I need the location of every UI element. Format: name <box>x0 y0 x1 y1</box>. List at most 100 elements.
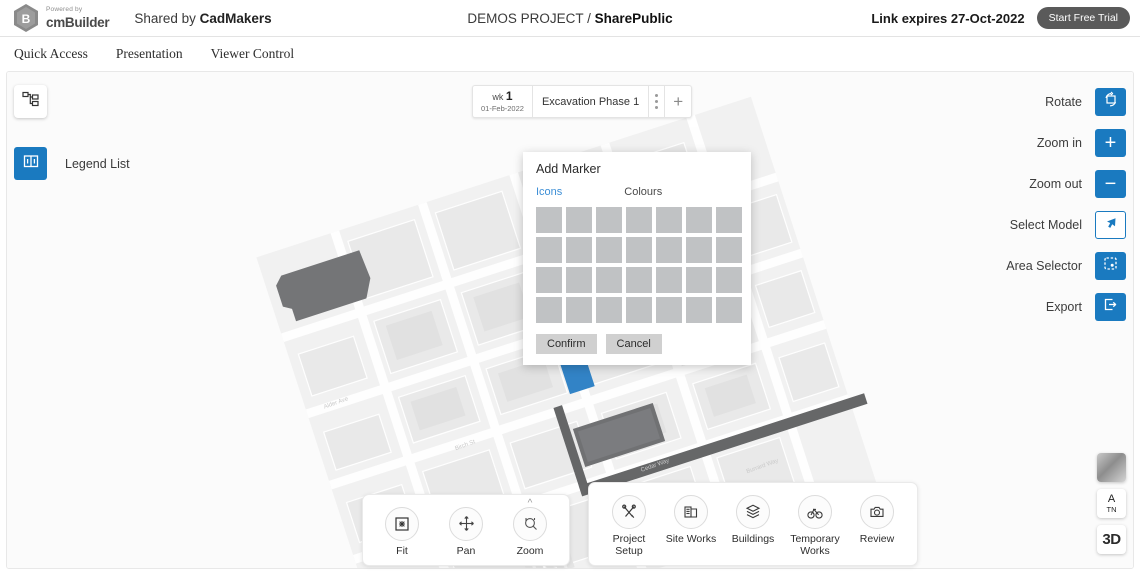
week-cell[interactable]: wk 1 01-Feb-2022 <box>473 86 533 117</box>
marker-swatch[interactable] <box>536 267 562 293</box>
fit-tool[interactable]: Fit <box>377 507 427 557</box>
cmbuilder-logo[interactable]: B Powered by cmBuilder <box>12 3 109 33</box>
export-icon <box>1102 296 1119 318</box>
marker-swatch[interactable] <box>686 267 712 293</box>
hexagon-b-logo-icon: B <box>12 3 40 33</box>
model-tree-button[interactable] <box>14 85 47 118</box>
add-marker-dialog: Add Marker Icons Colours Confirm Cancel <box>523 152 751 365</box>
zoom-label: Zoom <box>517 545 544 557</box>
cursor-arrow-icon <box>1103 215 1119 236</box>
zoom-tool[interactable]: ^ Zoom <box>505 507 555 557</box>
marker-swatch[interactable] <box>686 237 712 263</box>
legend-list-label: Legend List <box>65 157 130 171</box>
marker-swatch[interactable] <box>716 297 742 323</box>
marker-swatch[interactable] <box>626 297 652 323</box>
zoom-icon <box>513 507 547 541</box>
marker-swatch[interactable] <box>716 207 742 233</box>
marker-swatch[interactable] <box>716 267 742 293</box>
project-setup-tool[interactable]: Project Setup <box>603 495 655 557</box>
marker-swatch[interactable] <box>536 237 562 263</box>
add-phase-button[interactable]: + <box>665 86 691 117</box>
vertical-dots-icon[interactable] <box>649 86 665 117</box>
marker-swatch[interactable] <box>596 297 622 323</box>
marker-swatch[interactable] <box>536 207 562 233</box>
marker-swatch[interactable] <box>656 237 682 263</box>
review-tool[interactable]: Review <box>851 495 903 545</box>
rotate-row: Rotate <box>1006 88 1126 116</box>
buildings-label: Buildings <box>732 533 775 545</box>
temporary-works-tool[interactable]: Temporary Works <box>789 495 841 557</box>
temporary-works-icon <box>798 495 832 529</box>
fit-label: Fit <box>396 545 408 557</box>
marker-swatch[interactable] <box>686 207 712 233</box>
app-root: B Powered by cmBuilder Shared by CadMake… <box>0 0 1140 576</box>
site-works-tool[interactable]: Site Works <box>665 495 717 545</box>
timeline-phase-bar: wk 1 01-Feb-2022 Excavation Phase 1 + <box>472 85 692 118</box>
zoom-in-label: Zoom in <box>1037 136 1082 150</box>
marker-swatch[interactable] <box>656 207 682 233</box>
map-thumbnail-button[interactable] <box>1097 453 1126 482</box>
confirm-button[interactable]: Confirm <box>536 334 597 354</box>
rotate-button[interactable] <box>1095 88 1126 116</box>
marker-swatch[interactable] <box>626 207 652 233</box>
site-works-icon <box>674 495 708 529</box>
phase-category-toolbar: Project Setup Site Works <box>588 482 918 566</box>
legend-list-row[interactable]: Legend List <box>14 147 130 180</box>
marker-swatch[interactable] <box>596 207 622 233</box>
hierarchy-tree-icon <box>22 91 39 113</box>
marker-swatch[interactable] <box>596 267 622 293</box>
select-model-row: Select Model <box>1006 211 1126 239</box>
marker-swatch[interactable] <box>686 297 712 323</box>
start-free-trial-button[interactable]: Start Free Trial <box>1037 7 1130 29</box>
project-name: SharePublic <box>595 11 673 26</box>
week-number: 1 <box>506 89 513 103</box>
cancel-button[interactable]: Cancel <box>606 334 662 354</box>
zoom-out-button[interactable]: − <box>1095 170 1126 198</box>
select-model-button[interactable] <box>1095 211 1126 239</box>
area-select-icon <box>1102 255 1119 277</box>
phase-name-cell[interactable]: Excavation Phase 1 <box>533 86 649 117</box>
shared-by-org: CadMakers <box>200 11 272 26</box>
marker-swatch[interactable] <box>626 267 652 293</box>
logo-brand-name: cmBuilder <box>46 16 109 30</box>
buildings-tool[interactable]: Buildings <box>727 495 779 545</box>
nav-item-quick-access[interactable]: Quick Access <box>14 46 88 62</box>
true-north-compass-button[interactable]: A TN <box>1097 489 1126 518</box>
marker-swatch[interactable] <box>566 237 592 263</box>
chevron-up-icon[interactable]: ^ <box>528 498 533 509</box>
header-right-group: Link expires 27-Oct-2022 Start Free Tria… <box>871 7 1130 29</box>
marker-swatch[interactable] <box>566 297 592 323</box>
area-selector-button[interactable] <box>1095 252 1126 280</box>
view-mode-3d-button[interactable]: 3D <box>1097 525 1126 554</box>
logo-powered-by: Powered by <box>46 7 109 14</box>
marker-swatch[interactable] <box>626 237 652 263</box>
select-model-label: Select Model <box>1010 218 1082 232</box>
marker-swatch[interactable] <box>716 237 742 263</box>
right-tool-panel: Rotate Zoom in + Zoom out <box>1006 88 1126 321</box>
nav-item-viewer-control[interactable]: Viewer Control <box>211 46 295 62</box>
dialog-tabs: Icons Colours <box>536 186 738 198</box>
rotate-icon <box>1102 91 1119 113</box>
tab-colours[interactable]: Colours <box>624 186 662 198</box>
bottom-toolbars: Fit Pan ^ <box>362 482 918 566</box>
marker-swatch[interactable] <box>566 207 592 233</box>
pan-tool[interactable]: Pan <box>441 507 491 557</box>
marker-swatch[interactable] <box>596 237 622 263</box>
week-number-row: wk 1 <box>492 90 512 103</box>
marker-swatch[interactable] <box>566 267 592 293</box>
week-prefix: wk <box>492 92 506 102</box>
zoom-out-label: Zoom out <box>1029 177 1082 191</box>
marker-swatch[interactable] <box>656 297 682 323</box>
zoom-out-row: Zoom out − <box>1006 170 1126 198</box>
legend-list-button[interactable] <box>14 147 47 180</box>
nav-item-presentation[interactable]: Presentation <box>116 46 183 62</box>
zoom-in-button[interactable]: + <box>1095 129 1126 157</box>
export-button[interactable] <box>1095 293 1126 321</box>
tools-cross-icon <box>612 495 646 529</box>
compass-arrow: A <box>1108 494 1115 505</box>
marker-swatch[interactable] <box>656 267 682 293</box>
temporary-works-label: Temporary Works <box>789 533 841 557</box>
marker-swatch[interactable] <box>536 297 562 323</box>
project-prefix: DEMOS PROJECT / <box>467 11 594 26</box>
tab-icons[interactable]: Icons <box>536 186 562 198</box>
